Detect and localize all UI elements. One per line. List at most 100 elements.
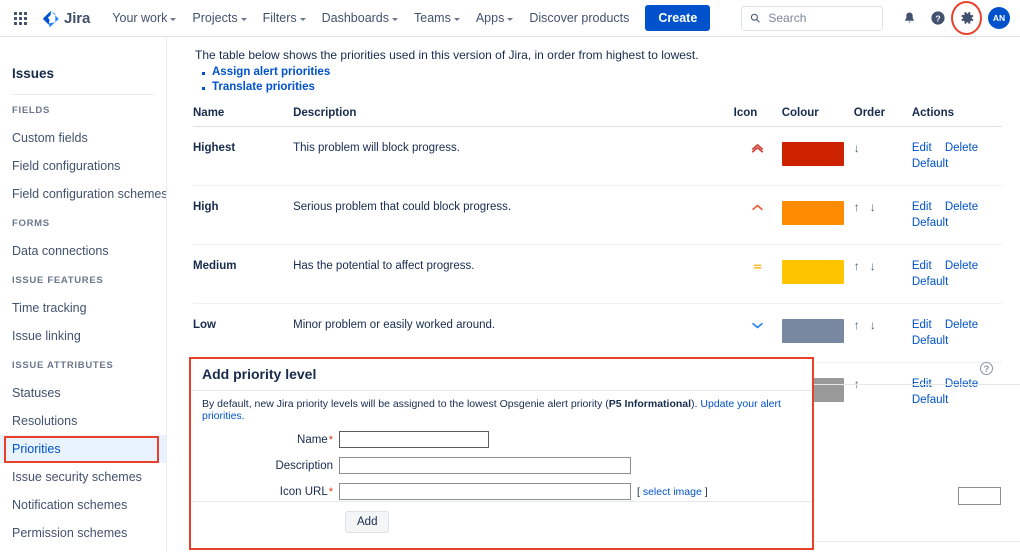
priority-icon-cell (733, 244, 782, 304)
priority-name: High (193, 185, 294, 245)
sidebar-item-statuses[interactable]: Statuses (0, 379, 166, 407)
panel-note: By default, new Jira priority levels wil… (191, 391, 812, 422)
edit-link[interactable]: Edit (912, 201, 932, 213)
brand-name: Jira (64, 9, 91, 27)
default-link[interactable]: Default (912, 276, 992, 288)
column-header-icon: Icon (733, 107, 782, 127)
edit-link[interactable]: Edit (912, 319, 932, 331)
colour-swatch (781, 319, 844, 343)
move-up-arrow[interactable]: ↑ (854, 319, 860, 331)
chevron-up-icon (752, 204, 763, 211)
nav-item-projects[interactable]: Projects (184, 6, 254, 30)
panel-title: Add priority level (191, 359, 812, 391)
nav-label: Apps (475, 11, 505, 25)
sidebar-item-issue-security-schemes[interactable]: Issue security schemes (0, 463, 166, 491)
nav-item-apps[interactable]: Apps (468, 6, 522, 30)
nav-item-discover-products[interactable]: Discover products (521, 6, 637, 30)
table-row: Low Minor problem or easily worked aroun… (193, 303, 1002, 363)
search-input[interactable] (766, 10, 874, 26)
move-down-arrow[interactable]: ↓ (870, 319, 876, 331)
sidebar-item-custom-fields[interactable]: Custom fields (0, 124, 166, 152)
sidebar-item-time-tracking[interactable]: Time tracking (0, 294, 166, 322)
label-text: Name (297, 433, 328, 446)
priority-icon-cell (733, 303, 782, 363)
move-up-arrow[interactable]: ↑ (854, 260, 860, 272)
priority-order-cell: ↓ (853, 126, 912, 186)
table-row: Highest This problem will block progress… (193, 126, 1002, 186)
help-button[interactable]: ? (925, 5, 951, 31)
priority-icon-cell (733, 126, 782, 186)
edit-link[interactable]: Edit (912, 142, 932, 154)
priority-actions-cell: Edit Delete Default (911, 126, 1002, 186)
delete-link[interactable]: Delete (945, 260, 978, 272)
colour-swatch (781, 142, 844, 166)
chevron-down-icon (453, 17, 460, 21)
priority-actions-cell: Edit Delete Default (911, 244, 1002, 304)
helper-links-list: Assign alert priorities Translate priori… (201, 66, 1020, 93)
settings-button[interactable] (954, 5, 980, 31)
admin-sidebar: Issues FIELDS Custom fields Field config… (0, 37, 167, 552)
user-avatar[interactable]: AN (988, 7, 1010, 29)
help-circle-icon: ? (931, 11, 945, 25)
nav-item-teams[interactable]: Teams (406, 6, 468, 30)
field-row-icon-url: Icon URL* [ select image ] (191, 483, 812, 500)
translate-priorities-link[interactable]: Translate priorities (212, 81, 315, 93)
sidebar-item-data-connections[interactable]: Data connections (0, 237, 166, 265)
sidebar-item-permission-schemes[interactable]: Permission schemes (0, 519, 166, 547)
nav-label: Discover products (529, 11, 630, 25)
nav-item-filters[interactable]: Filters (255, 6, 314, 30)
jira-home-link[interactable]: Jira (41, 9, 90, 28)
nav-right-cluster: ? AN (741, 5, 1010, 31)
priority-description: Has the potential to affect progress. (293, 244, 734, 304)
colour-preview-box[interactable] (958, 487, 1001, 505)
chevron-down-icon (299, 17, 306, 21)
sidebar-item-notification-schemes[interactable]: Notification schemes (0, 491, 166, 519)
select-image-link[interactable]: select image (643, 486, 702, 498)
search-box[interactable] (741, 5, 883, 31)
priority-description: Serious problem that could block progres… (293, 185, 734, 245)
name-input[interactable] (339, 431, 489, 448)
move-up-arrow[interactable]: ↑ (854, 201, 860, 213)
app-switcher-button[interactable] (8, 6, 32, 30)
sidebar-item-issue-linking[interactable]: Issue linking (0, 322, 166, 350)
default-link[interactable]: Default (912, 158, 992, 170)
sidebar-item-field-configurations[interactable]: Field configurations (0, 152, 166, 180)
table-header-row: Name Description Icon Colour Order Actio… (193, 107, 1002, 127)
double-chevron-up-icon (752, 144, 764, 153)
top-navigation-bar: Jira Your work Projects Filters Dashboar… (0, 0, 1020, 37)
create-button[interactable]: Create (645, 5, 711, 31)
edit-link[interactable]: Edit (912, 260, 932, 272)
add-button[interactable]: Add (345, 511, 390, 533)
move-down-arrow[interactable]: ↓ (870, 260, 876, 272)
field-row-name: Name* (191, 431, 812, 448)
grid-apps-icon (13, 11, 27, 25)
sidebar-item-resolutions[interactable]: Resolutions (0, 407, 166, 435)
sidebar-item-priorities[interactable]: Priorities (0, 435, 166, 463)
priority-name: Low (193, 303, 294, 363)
chevron-down-icon (507, 17, 514, 21)
notifications-button[interactable] (896, 5, 922, 31)
move-down-arrow[interactable]: ↓ (854, 142, 860, 154)
nav-item-your-work[interactable]: Your work (104, 6, 184, 30)
move-down-arrow[interactable]: ↓ (870, 201, 876, 213)
icon-url-field-label: Icon URL* (191, 486, 339, 498)
field-row-description: Description (191, 457, 812, 474)
default-link[interactable]: Default (912, 394, 992, 406)
icon-url-input[interactable] (339, 483, 631, 500)
delete-link[interactable]: Delete (945, 142, 978, 154)
sidebar-item-field-configuration-schemes[interactable]: Field configuration schemes (0, 180, 166, 208)
panel-bottom-rule (814, 541, 1020, 542)
default-link[interactable]: Default (912, 217, 992, 229)
priority-name: Highest (193, 126, 294, 186)
panel-help-icon[interactable]: ? (980, 362, 993, 375)
table-row: Medium Has the potential to affect progr… (193, 244, 1002, 304)
nav-item-dashboards[interactable]: Dashboards (314, 6, 406, 30)
bell-icon (904, 12, 914, 23)
delete-link[interactable]: Delete (945, 319, 978, 331)
assign-alert-priorities-link[interactable]: Assign alert priorities (212, 66, 330, 78)
priority-order-cell: ↑ (854, 363, 912, 422)
delete-link[interactable]: Delete (945, 201, 978, 213)
default-link[interactable]: Default (912, 335, 992, 347)
description-input[interactable] (339, 457, 631, 474)
select-image-wrapper: [ select image ] (637, 486, 708, 498)
